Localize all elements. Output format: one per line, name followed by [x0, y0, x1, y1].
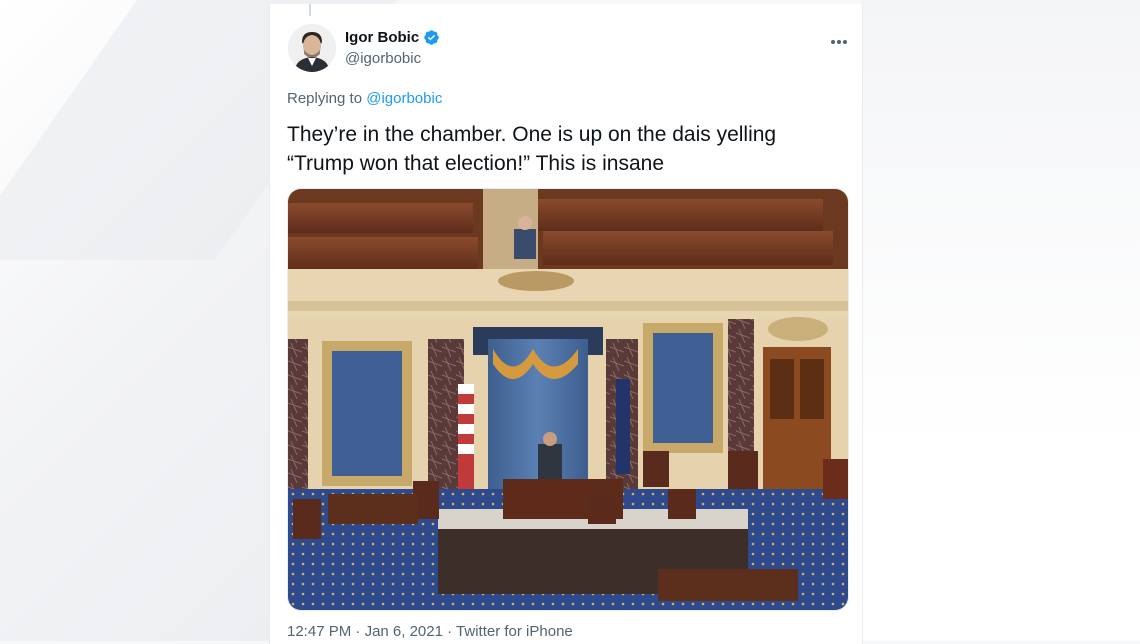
thread-line — [309, 4, 311, 16]
tweet-text-line: They’re in the chamber. One is up on the… — [287, 123, 777, 146]
author-name[interactable]: Igor Bobic — [345, 29, 419, 46]
tweet-card: Igor Bobic @igorbobic Replying to @igorb… — [269, 4, 863, 644]
author-handle[interactable]: @igorbobic — [345, 50, 421, 67]
separator-dot: · — [447, 623, 453, 640]
replying-prefix: Replying to — [287, 90, 363, 107]
tweet-timestamp[interactable]: 12:47 PM · Jan 6, 2021 · Twitter for iPh… — [287, 623, 573, 640]
senate-chamber-photo — [288, 189, 848, 610]
avatar[interactable] — [288, 24, 336, 72]
tweet-time[interactable]: 12:47 PM — [287, 623, 351, 640]
verified-badge-icon — [424, 30, 439, 45]
replying-to-link[interactable]: @igorbobic — [366, 90, 442, 107]
tweet-photo[interactable] — [287, 188, 849, 611]
background-right — [860, 0, 1140, 641]
tweet-text-line: “Trump won that election!” This is insan… — [287, 152, 664, 175]
replying-to: Replying to @igorbobic — [287, 90, 442, 107]
separator-dot: · — [355, 623, 361, 640]
tweet-source[interactable]: Twitter for iPhone — [456, 623, 573, 640]
tweet-date[interactable]: Jan 6, 2021 — [365, 623, 443, 640]
more-dots-icon[interactable] — [830, 30, 848, 48]
tweet-text: They’re in the chamber. One is up on the… — [287, 120, 847, 178]
